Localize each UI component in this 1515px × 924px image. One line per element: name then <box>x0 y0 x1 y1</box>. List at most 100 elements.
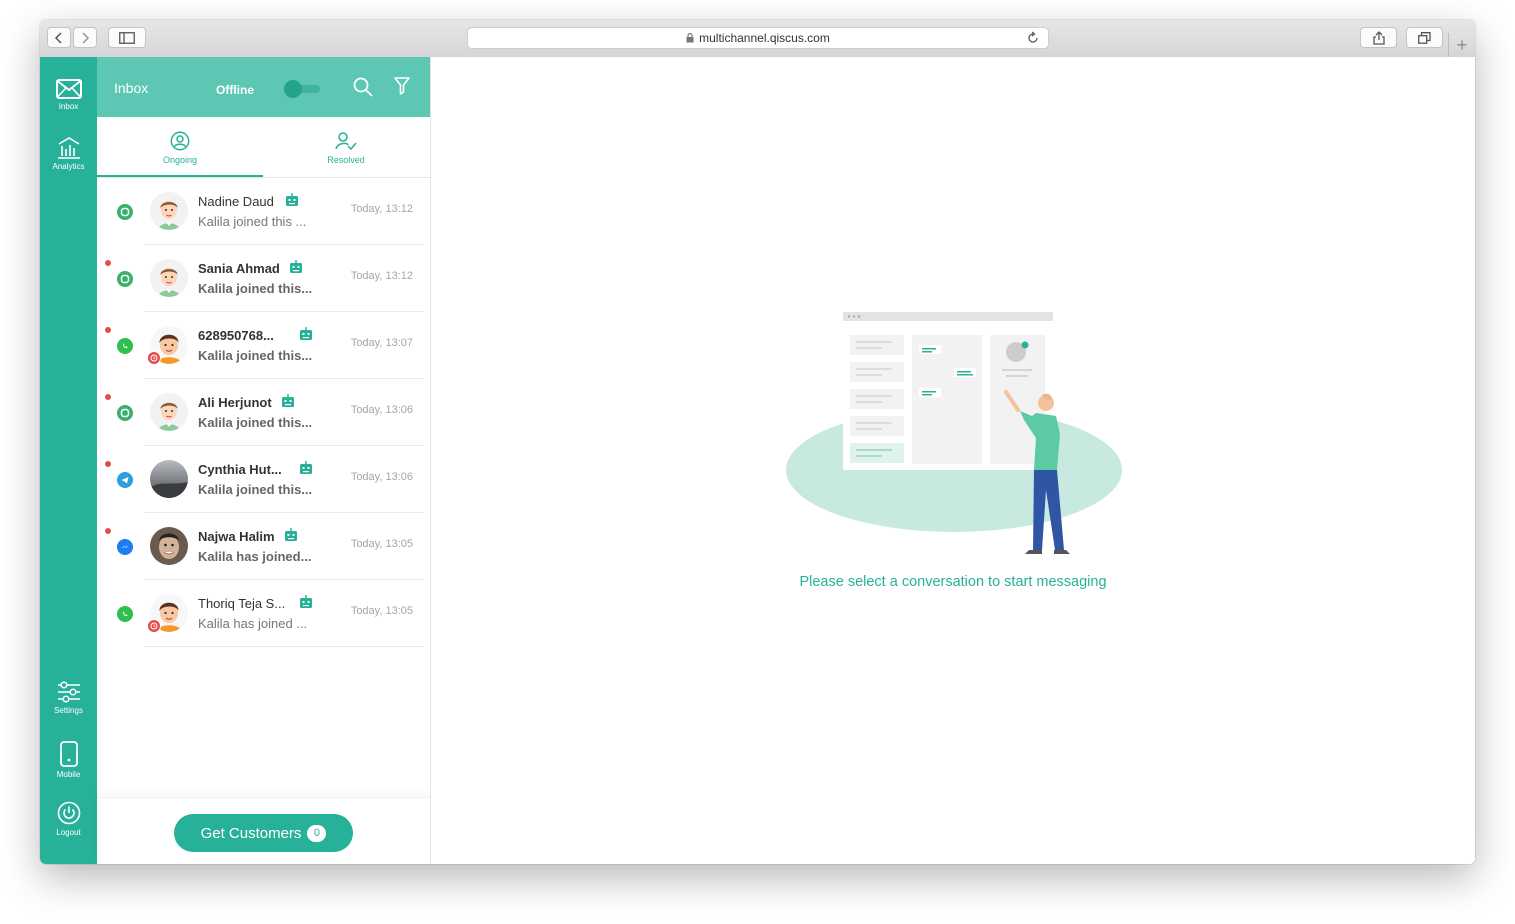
contact-name: Cynthia Hut... <box>198 462 282 477</box>
reload-icon[interactable] <box>1026 31 1040 45</box>
expired-clock-icon <box>147 351 161 365</box>
avatar <box>150 259 188 297</box>
conversation-row[interactable]: Thoriq Teja S... Kalila has joined ... T… <box>97 580 430 647</box>
bot-icon <box>300 461 312 474</box>
qiscus-channel-icon <box>117 204 133 220</box>
user-circle-icon <box>170 131 190 151</box>
tab-ongoing[interactable]: Ongoing <box>97 117 263 177</box>
chat-area: Please select a conversation to start me… <box>431 57 1475 864</box>
nav-item-analytics[interactable]: Analytics <box>40 137 97 171</box>
tab-resolved[interactable]: Resolved <box>263 117 429 177</box>
address-bar[interactable]: multichannel.qiscus.com <box>467 27 1049 49</box>
nav-item-settings[interactable]: Settings <box>40 681 97 715</box>
panel-title: Inbox <box>114 80 149 96</box>
url-text: multichannel.qiscus.com <box>699 31 830 45</box>
nav-label: Logout <box>56 828 81 837</box>
nav-item-logout[interactable]: Logout <box>40 801 97 837</box>
main-nav: Inbox Analytics Settings Mobile Logout <box>40 57 97 864</box>
nav-label: Mobile <box>56 770 81 779</box>
timestamp: Today, 13:12 <box>350 270 413 282</box>
unread-indicator <box>105 327 111 333</box>
contact-name: Sania Ahmad <box>198 261 280 276</box>
back-button[interactable] <box>47 27 71 48</box>
qiscus-channel-icon <box>117 271 133 287</box>
contact-name: Thoriq Teja S... <box>198 596 286 611</box>
nav-item-mobile[interactable]: Mobile <box>40 741 97 779</box>
avatar <box>150 192 188 230</box>
last-message: Kalila joined this ... <box>198 214 307 229</box>
empty-state-message: Please select a conversation to start me… <box>799 574 1107 590</box>
telegram-channel-icon <box>117 472 133 488</box>
conversation-panel: Inbox Offline Ongoing Resolved Nadine Da… <box>97 57 431 864</box>
app-root: Inbox Analytics Settings Mobile Logout I… <box>40 57 1475 864</box>
panel-footer: Get Customers 0 <box>97 797 430 864</box>
nav-label: Settings <box>54 706 83 715</box>
chevron-right-icon <box>82 31 90 44</box>
whatsapp-channel-icon <box>117 338 133 354</box>
contact-name: Najwa Halim <box>198 529 275 544</box>
contact-name: 628950768... <box>198 328 274 343</box>
sliders-icon <box>57 681 80 703</box>
conversation-tabs: Ongoing Resolved <box>97 117 430 178</box>
filter-icon[interactable] <box>394 77 410 95</box>
browser-window: multichannel.qiscus.com + Inbox Analytic… <box>40 20 1475 864</box>
contact-name: Ali Herjunot <box>198 395 272 410</box>
bot-icon <box>290 260 302 273</box>
messenger-channel-icon <box>117 539 133 555</box>
unread-indicator <box>105 528 111 534</box>
share-button[interactable] <box>1360 27 1397 48</box>
bot-icon <box>282 394 294 407</box>
unread-indicator <box>105 260 111 266</box>
bot-icon <box>286 193 298 206</box>
tabs-overview-button[interactable] <box>1406 27 1443 48</box>
bot-icon <box>285 528 297 541</box>
chevron-left-icon <box>54 31 62 44</box>
unread-indicator <box>105 394 111 400</box>
empty-state-illustration <box>786 312 1122 554</box>
user-check-icon <box>335 132 357 151</box>
conversation-row[interactable]: 628950768... Kalila joined this... Today… <box>97 312 430 379</box>
availability-status: Offline <box>216 83 254 97</box>
panel-header: Inbox Offline <box>97 57 430 117</box>
conversation-row[interactable]: Ali Herjunot Kalila joined this... Today… <box>97 379 430 446</box>
get-customers-label: Get Customers <box>200 824 302 842</box>
availability-toggle[interactable] <box>284 80 322 98</box>
power-icon <box>57 801 80 825</box>
avatar <box>150 393 188 431</box>
last-message: Kalila joined this... <box>198 415 313 430</box>
conversation-row[interactable]: Najwa Halim Kalila has joined... Today, … <box>97 513 430 580</box>
last-message: Kalila has joined ... <box>198 616 308 631</box>
last-message: Kalila joined this... <box>198 281 313 296</box>
sidebar-icon <box>119 31 135 44</box>
last-message: Kalila joined this... <box>198 348 313 363</box>
new-tab-button[interactable]: + <box>1448 33 1475 57</box>
avatar <box>150 460 188 498</box>
tab-label: Ongoing <box>162 155 198 165</box>
avatar <box>150 527 188 565</box>
expired-clock-icon <box>147 619 161 633</box>
timestamp: Today, 13:06 <box>350 404 413 416</box>
forward-button[interactable] <box>73 27 97 48</box>
nav-label: Analytics <box>52 162 85 171</box>
mobile-icon <box>59 741 78 767</box>
whatsapp-channel-icon <box>117 606 133 622</box>
last-message: Kalila joined this... <box>198 482 313 497</box>
customer-count-badge: 0 <box>307 824 327 842</box>
conversation-row[interactable]: Nadine Daud Kalila joined this ... Today… <box>97 178 430 245</box>
sidebar-toggle-button[interactable] <box>108 27 146 48</box>
last-message: Kalila has joined... <box>198 549 312 564</box>
nav-label: Inbox <box>58 102 79 111</box>
mail-icon <box>55 79 82 99</box>
conversation-row[interactable]: Cynthia Hut... Kalila joined this... Tod… <box>97 446 430 513</box>
conversation-row[interactable]: Sania Ahmad Kalila joined this... Today,… <box>97 245 430 312</box>
get-customers-button[interactable]: Get Customers 0 <box>174 814 353 852</box>
timestamp: Today, 13:06 <box>350 471 413 483</box>
tab-label: Resolved <box>327 155 365 165</box>
bank-chart-icon <box>57 137 80 159</box>
nav-item-inbox[interactable]: Inbox <box>40 79 97 111</box>
browser-toolbar: multichannel.qiscus.com + <box>40 20 1475 58</box>
unread-indicator <box>105 461 111 467</box>
timestamp: Today, 13:07 <box>350 337 413 349</box>
search-icon[interactable] <box>353 77 373 97</box>
share-icon <box>1372 30 1385 45</box>
